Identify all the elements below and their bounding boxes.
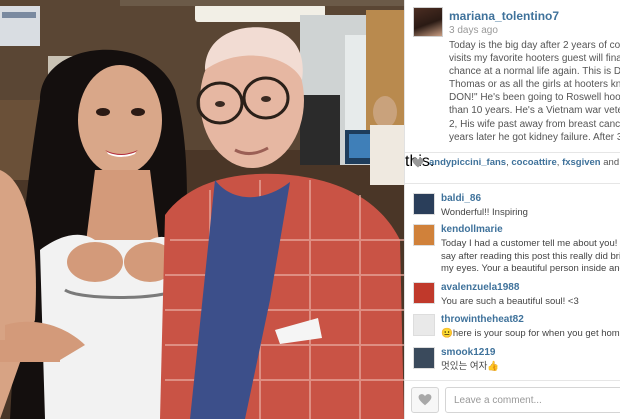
post-photo [0,0,404,419]
commenter-avatar[interactable] [413,193,435,215]
commenter-avatar[interactable] [413,347,435,369]
post-caption: Today is the big day after 2 years of co… [449,39,620,144]
comment-line: my eyes. Your a beautiful person inside … [441,263,620,274]
comment-text: Today I had a customer tell me about you… [441,238,620,276]
comment-line: You are such a beautiful soul! <3 [441,296,579,307]
caption-line: DON!" He's been going to Roswell hooters [449,92,620,104]
commenter-avatar[interactable] [413,224,435,246]
comment-text: 멋있는 여자👍 [441,361,620,374]
caption-line: visits my favorite hooters guest will fi… [449,53,620,65]
liker-username[interactable]: fxsgiven [562,157,601,168]
comment-line: Wonderful!! Inspiring [441,207,528,218]
photo-image [0,0,404,419]
post-header: mariana_tolentino7 3 days ago Today is t… [405,0,620,150]
like-button[interactable] [411,387,439,413]
commenter-username[interactable]: avalenzuela1988 [441,282,519,293]
liker-username[interactable]: cocoattire [511,157,556,168]
comment-text: Wonderful!! Inspiring [441,207,620,220]
comment-text: You are such a beautiful soul! <3 [441,296,620,309]
commenter-username[interactable]: kendollmarie [441,224,503,235]
post-sidebar: mariana_tolentino7 3 days ago Today is t… [404,0,620,419]
commenter-avatar[interactable] [413,282,435,304]
commenter-username[interactable]: smook1219 [441,347,495,358]
author-username[interactable]: mariana_tolentino7 [449,9,559,23]
likers-list: andypiccini_fans, cocoattire, fxsgiven a… [429,157,620,169]
author-avatar[interactable] [413,7,443,37]
commenter-username[interactable]: throwintheheat82 [441,314,524,325]
comment-text: 😐here is your soup for when you get home… [441,328,620,341]
commenter-avatar[interactable] [413,314,435,336]
caption-line: chance at a normal life again. This is D… [449,66,620,78]
caption-line: Thomas or as all the girls at hooters kn… [449,79,620,91]
comment-line: 멋있는 여자👍 [441,361,500,372]
caption-line: than 10 years. He's a Vietnam war vetera… [449,105,620,117]
caption-line: 2, His wife past away from breast cancer… [449,118,620,130]
likes-count[interactable]: and 76 [603,157,620,168]
comment-input[interactable] [445,387,620,413]
comment-bar [405,380,620,419]
heart-icon [412,158,424,168]
caption-line: Today is the big day after 2 years of co… [449,40,620,51]
heart-icon [418,394,432,406]
likes-row: andypiccini_fans, cocoattire, fxsgiven a… [405,152,620,184]
commenter-username[interactable]: baldi_86 [441,193,481,204]
liker-username[interactable]: andypiccini_fans [429,157,506,168]
comment-line: 😐here is your soup for when you get home… [441,328,620,339]
caption-line: years later he got kidney failure. After… [449,131,620,143]
comment-line: say after reading this post this really … [441,250,620,262]
post-timestamp[interactable]: 3 days ago [449,25,498,36]
comment-line: Today I had a customer tell me about you… [441,238,620,249]
